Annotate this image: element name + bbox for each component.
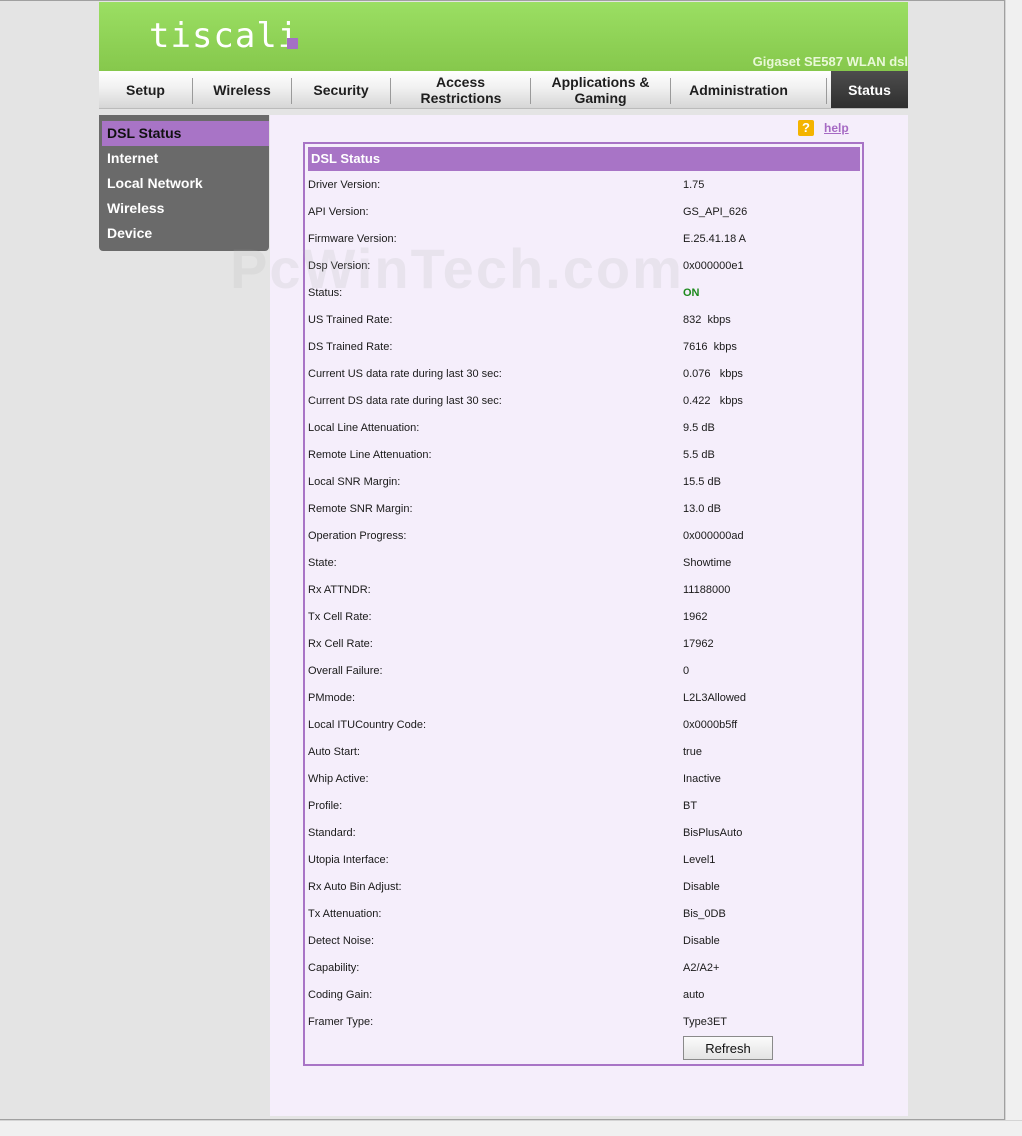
row-value: 0x000000ad xyxy=(683,530,744,542)
row-value: auto xyxy=(683,989,705,1001)
row-value: 0x0000b5ff xyxy=(683,719,738,731)
row-value: 15.5 dB xyxy=(683,476,721,488)
main-nav: Setup Wireless Security Access Restricti… xyxy=(99,71,908,109)
row-value: 1.75 xyxy=(683,179,705,191)
sidebar-item-device[interactable]: Device xyxy=(99,221,269,246)
row-label: Local Line Attenuation: xyxy=(308,422,420,434)
row-value: ON xyxy=(683,287,700,299)
row-value: 832 kbps xyxy=(683,314,731,326)
row-label: Dsp Version: xyxy=(308,260,371,272)
row-value: 0 xyxy=(683,665,690,677)
tab-access-restrictions[interactable]: Access Restrictions xyxy=(391,71,530,108)
row-value: GS_API_626 xyxy=(683,206,748,218)
horizontal-scrollbar[interactable] xyxy=(0,1120,1022,1136)
tab-administration[interactable]: Administration xyxy=(671,71,806,108)
row-label: Rx Cell Rate: xyxy=(308,638,373,650)
row-value: Bis_0DB xyxy=(683,908,726,920)
row-label: Rx Auto Bin Adjust: xyxy=(308,881,402,893)
help-link[interactable]: help xyxy=(824,121,849,135)
row-label: Framer Type: xyxy=(308,1016,374,1028)
logo-dot xyxy=(287,38,298,49)
row-value: 17962 xyxy=(683,638,714,650)
row-label: Whip Active: xyxy=(308,773,369,785)
frame-top-border xyxy=(0,0,1005,1)
row-label: Rx ATTNDR: xyxy=(308,584,371,596)
row-value: E.25.41.18 A xyxy=(683,233,746,245)
row-value: 9.5 dB xyxy=(683,422,715,434)
dsl-status-panel: DSL Status xyxy=(303,142,864,1066)
row-label: DS Trained Rate: xyxy=(308,341,393,353)
row-label: Current DS data rate during last 30 sec: xyxy=(308,395,502,407)
row-value: A2/A2+ xyxy=(683,962,720,974)
row-label: Auto Start: xyxy=(308,746,360,758)
sidebar-item-internet[interactable]: Internet xyxy=(99,146,269,171)
row-label: State: xyxy=(308,557,337,569)
tab-wireless[interactable]: Wireless xyxy=(193,71,291,108)
row-value: 7616 kbps xyxy=(683,341,737,353)
row-label: Detect Noise: xyxy=(308,935,375,947)
row-value: Showtime xyxy=(683,557,732,569)
row-value: 0.076 kbps xyxy=(683,368,743,380)
row-label: API Version: xyxy=(308,206,369,218)
row-label: Driver Version: xyxy=(308,179,381,191)
row-label: Standard: xyxy=(308,827,356,839)
row-value: true xyxy=(683,746,702,758)
row-value: 1962 xyxy=(683,611,708,623)
sidebar-item-local-network[interactable]: Local Network xyxy=(99,171,269,196)
panel-title: DSL Status xyxy=(308,147,860,171)
row-value: BisPlusAuto xyxy=(683,827,743,839)
row-label: US Trained Rate: xyxy=(308,314,393,326)
row-label: Capability: xyxy=(308,962,360,974)
row-label: Local ITUCountry Code: xyxy=(308,719,426,731)
row-label: Local SNR Margin: xyxy=(308,476,401,488)
row-label: Tx Cell Rate: xyxy=(308,611,372,623)
row-value: L2L3Allowed xyxy=(683,692,746,704)
row-value: 5.5 dB xyxy=(683,449,715,461)
row-value: Disable xyxy=(683,935,720,947)
row-label: Remote Line Attenuation: xyxy=(308,449,432,461)
tiscali-logo: tiscali xyxy=(149,16,300,56)
tab-applications-gaming[interactable]: Applications & Gaming xyxy=(531,71,670,108)
row-label: PMmode: xyxy=(308,692,356,704)
row-label: Tx Attenuation: xyxy=(308,908,382,920)
row-label: Status: xyxy=(308,287,343,299)
vertical-scrollbar[interactable] xyxy=(1005,0,1022,1120)
row-value: Disable xyxy=(683,881,720,893)
device-model: Gigaset SE587 WLAN dsl xyxy=(752,54,908,69)
tab-status[interactable]: Status xyxy=(831,71,908,108)
help-icon[interactable]: ? xyxy=(798,120,814,136)
row-label: Coding Gain: xyxy=(308,989,373,1001)
row-label: Overall Failure: xyxy=(308,665,383,677)
row-label: Profile: xyxy=(308,800,343,812)
refresh-button[interactable]: Refresh xyxy=(683,1036,773,1060)
row-value: 11188000 xyxy=(683,584,731,596)
row-value: 0x000000e1 xyxy=(683,260,744,272)
header-banner: tiscali Gigaset SE587 WLAN dsl xyxy=(99,2,908,71)
nav-separator xyxy=(826,78,827,104)
row-label: Operation Progress: xyxy=(308,530,407,542)
row-value: Inactive xyxy=(683,773,721,785)
row-label: Remote SNR Margin: xyxy=(308,503,413,515)
row-value: 13.0 dB xyxy=(683,503,721,515)
row-value: Level1 xyxy=(683,854,716,866)
sidebar-item-wireless[interactable]: Wireless xyxy=(99,196,269,221)
row-value: BT xyxy=(683,800,698,812)
row-value: 0.422 kbps xyxy=(683,395,743,407)
sidebar-item-dsl-status[interactable]: DSL Status xyxy=(102,121,269,146)
row-label: Utopia Interface: xyxy=(308,854,389,866)
row-label: Firmware Version: xyxy=(308,233,397,245)
tab-security[interactable]: Security xyxy=(292,71,390,108)
tab-setup[interactable]: Setup xyxy=(99,71,192,108)
row-label: Current US data rate during last 30 sec: xyxy=(308,368,502,380)
sidebar: DSL Status Internet Local Network Wirele… xyxy=(99,115,269,251)
